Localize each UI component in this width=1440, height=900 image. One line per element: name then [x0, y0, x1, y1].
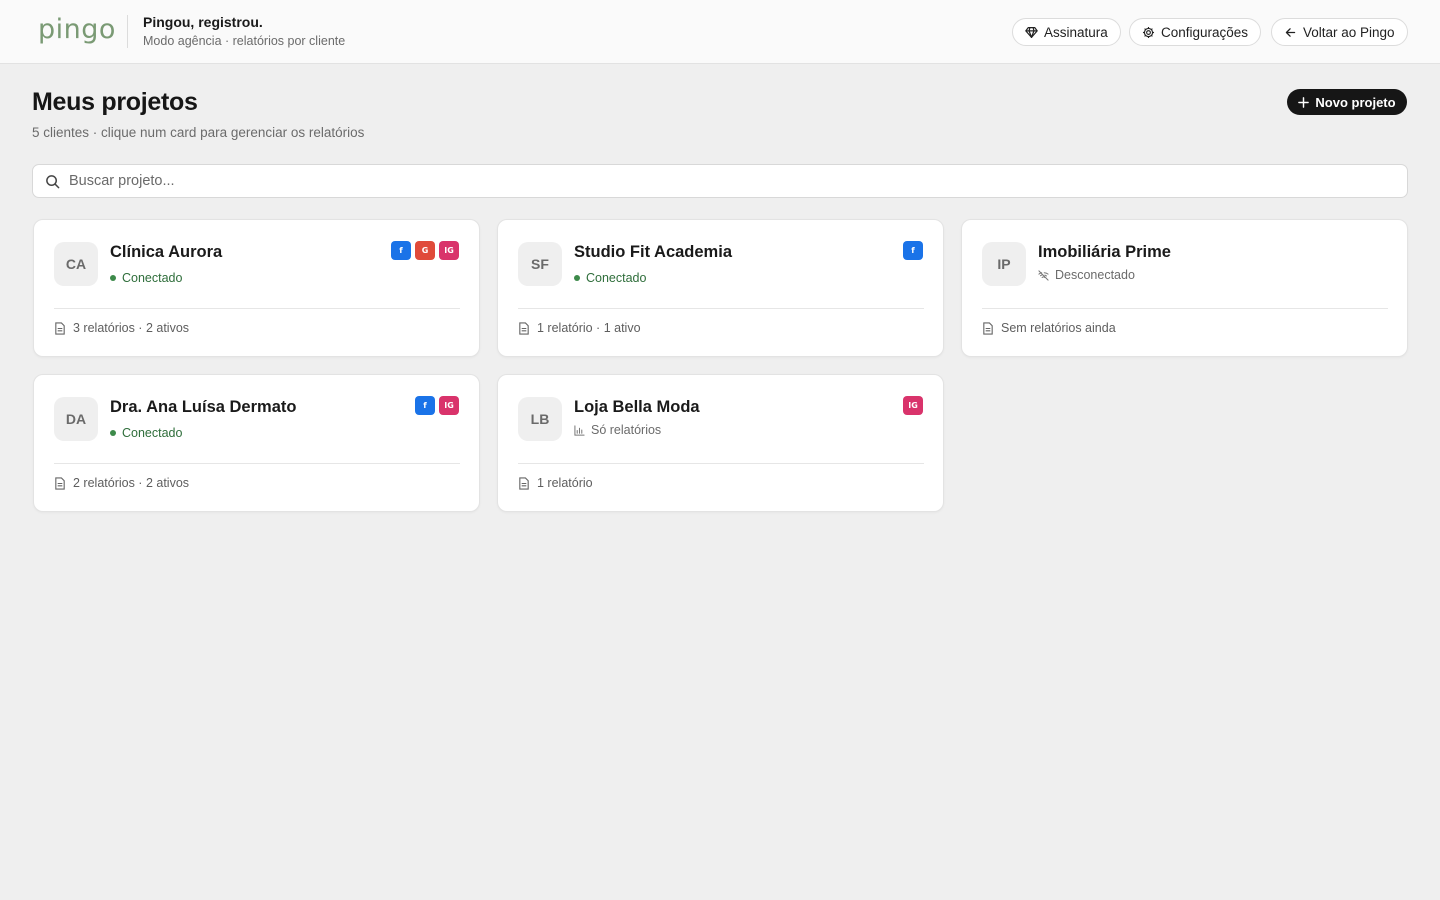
project-card-imobiliaria-prime[interactable]: IP Imobiliária Prime Desconectado Sem re…	[961, 219, 1408, 357]
status-label: Só relatórios	[591, 423, 662, 437]
plus-icon	[1298, 96, 1310, 108]
connection-status: Conectado	[110, 271, 182, 285]
card-divider	[982, 308, 1388, 309]
search-input[interactable]	[69, 165, 1389, 197]
gear-icon	[1142, 26, 1155, 38]
project-name: Imobiliária Prime	[1038, 243, 1171, 261]
project-card-clinica-aurora[interactable]: CA Clínica Aurora Conectado f G IG 3 rel…	[33, 219, 480, 357]
pingo-logo[interactable]: pingo	[38, 14, 116, 45]
app-title: Pingou, registrou.	[143, 14, 263, 30]
document-icon	[519, 321, 529, 335]
project-card-loja-bella-moda[interactable]: LB Loja Bella Moda Só relatórios IG 1 re…	[497, 374, 944, 512]
bar-chart-icon	[574, 424, 585, 436]
project-name: Dra. Ana Luísa Dermato	[110, 398, 297, 416]
status-dot-icon	[110, 275, 116, 281]
page-subtitle: 5 clientes · clique num card para gerenc…	[32, 125, 365, 140]
document-icon	[55, 321, 65, 335]
reports-summary: 1 relatório	[518, 476, 593, 490]
page-title: Meus projetos	[32, 88, 198, 116]
project-avatar: LB	[518, 397, 562, 441]
card-divider	[54, 308, 460, 309]
platform-badges: IG	[903, 396, 923, 415]
new-project-button[interactable]: Novo projeto	[1287, 89, 1407, 115]
search-box	[32, 164, 1408, 198]
card-divider	[54, 463, 460, 464]
project-card-dra-ana-luisa-dermato[interactable]: DA Dra. Ana Luísa Dermato Conectado f IG…	[33, 374, 480, 512]
new-project-label: Novo projeto	[1315, 94, 1396, 110]
document-icon	[983, 321, 993, 335]
settings-label: Configurações	[1161, 24, 1249, 40]
card-divider	[518, 463, 924, 464]
header-divider	[127, 15, 128, 48]
status-dot-icon	[574, 275, 580, 281]
subscription-label: Assinatura	[1044, 24, 1108, 40]
status-label: Conectado	[122, 426, 183, 440]
project-avatar: CA	[54, 242, 98, 286]
search-icon	[46, 175, 60, 189]
card-divider	[518, 308, 924, 309]
project-name: Studio Fit Academia	[574, 243, 732, 261]
instagram-badge-icon: IG	[439, 396, 459, 415]
facebook-badge-icon: f	[391, 241, 411, 260]
platform-badges: f G IG	[391, 241, 459, 260]
status-label: Desconectado	[1055, 268, 1135, 282]
reports-summary: 3 relatórios · 2 ativos	[54, 321, 189, 335]
google-badge-icon: G	[415, 241, 435, 260]
wifi-off-icon	[1038, 269, 1049, 281]
back-label: Voltar ao Pingo	[1303, 24, 1395, 40]
facebook-badge-icon: f	[903, 241, 923, 260]
connection-status: Conectado	[110, 426, 182, 440]
back-to-pingo-button[interactable]: Voltar ao Pingo	[1271, 18, 1408, 46]
subscription-button[interactable]: Assinatura	[1012, 18, 1121, 46]
platform-badges: f	[903, 241, 923, 260]
document-icon	[55, 476, 65, 490]
project-name: Loja Bella Moda	[574, 398, 700, 416]
project-avatar: DA	[54, 397, 98, 441]
project-card-studio-fit-academia[interactable]: SF Studio Fit Academia Conectado f 1 rel…	[497, 219, 944, 357]
reports-summary: 1 relatório · 1 ativo	[518, 321, 641, 335]
facebook-badge-icon: f	[415, 396, 435, 415]
connection-status: Conectado	[574, 271, 646, 285]
diamond-icon	[1025, 26, 1038, 38]
top-bar: pingo Pingou, registrou. Modo agência · …	[0, 0, 1440, 64]
status-label: Conectado	[586, 271, 647, 285]
arrow-left-icon	[1285, 27, 1296, 37]
document-icon	[519, 476, 529, 490]
reports-summary-text: 1 relatório · 1 ativo	[537, 321, 641, 335]
project-avatar: SF	[518, 242, 562, 286]
status-dot-icon	[110, 430, 116, 436]
project-avatar: IP	[982, 242, 1026, 286]
connection-status: Só relatórios	[574, 423, 661, 437]
app-subtitle: Modo agência · relatórios por cliente	[143, 34, 346, 48]
project-name: Clínica Aurora	[110, 243, 223, 261]
reports-summary-text: Sem relatórios ainda	[1001, 321, 1116, 335]
instagram-badge-icon: IG	[439, 241, 459, 260]
reports-summary-text: 2 relatórios · 2 ativos	[73, 476, 190, 490]
connection-status: Desconectado	[1038, 268, 1135, 282]
reports-summary-text: 1 relatório	[537, 476, 593, 490]
instagram-badge-icon: IG	[903, 396, 923, 415]
settings-button[interactable]: Configurações	[1129, 18, 1262, 46]
reports-summary: 2 relatórios · 2 ativos	[54, 476, 189, 490]
reports-summary: Sem relatórios ainda	[982, 321, 1116, 335]
status-label: Conectado	[122, 271, 183, 285]
platform-badges: f IG	[415, 396, 459, 415]
reports-summary-text: 3 relatórios · 2 ativos	[73, 321, 190, 335]
